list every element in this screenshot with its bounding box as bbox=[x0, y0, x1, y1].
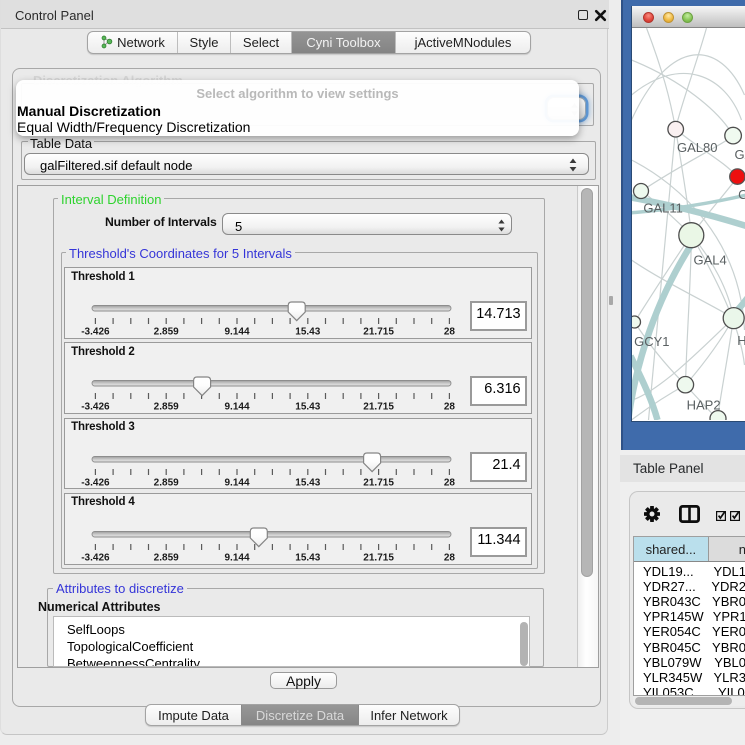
svg-text:2.859: 2.859 bbox=[153, 477, 178, 488]
svg-text:28: 28 bbox=[443, 552, 455, 563]
svg-text:15.43: 15.43 bbox=[295, 477, 320, 488]
svg-text:9.144: 9.144 bbox=[224, 327, 249, 338]
svg-text:H: H bbox=[737, 333, 745, 348]
svg-text:28: 28 bbox=[443, 477, 455, 488]
svg-text:GCY1: GCY1 bbox=[634, 334, 669, 349]
svg-text:-3.426: -3.426 bbox=[81, 402, 110, 413]
svg-text:GAL80: GAL80 bbox=[677, 140, 717, 155]
svg-text:21.715: 21.715 bbox=[363, 327, 394, 338]
svg-text:2.859: 2.859 bbox=[153, 552, 178, 563]
svg-text:28: 28 bbox=[443, 327, 455, 338]
svg-text:21.715: 21.715 bbox=[363, 402, 394, 413]
svg-text:9.144: 9.144 bbox=[224, 402, 249, 413]
svg-text:HAP2: HAP2 bbox=[687, 398, 721, 413]
svg-text:GA: GA bbox=[735, 147, 745, 162]
svg-text:15.43: 15.43 bbox=[295, 327, 320, 338]
svg-text:9.144: 9.144 bbox=[224, 552, 249, 563]
svg-text:28: 28 bbox=[443, 402, 455, 413]
svg-text:-3.426: -3.426 bbox=[81, 327, 110, 338]
svg-text:15.43: 15.43 bbox=[295, 402, 320, 413]
svg-text:21.715: 21.715 bbox=[363, 477, 394, 488]
svg-text:C: C bbox=[738, 187, 745, 202]
svg-text:-3.426: -3.426 bbox=[81, 552, 110, 563]
svg-text:-3.426: -3.426 bbox=[81, 477, 110, 488]
svg-text:2.859: 2.859 bbox=[153, 402, 178, 413]
svg-text:2.859: 2.859 bbox=[153, 327, 178, 338]
svg-text:21.715: 21.715 bbox=[363, 552, 394, 563]
svg-text:GAL11: GAL11 bbox=[643, 201, 683, 216]
svg-text:9.144: 9.144 bbox=[224, 477, 249, 488]
svg-text:15.43: 15.43 bbox=[295, 552, 320, 563]
svg-text:GAL4: GAL4 bbox=[694, 253, 727, 268]
